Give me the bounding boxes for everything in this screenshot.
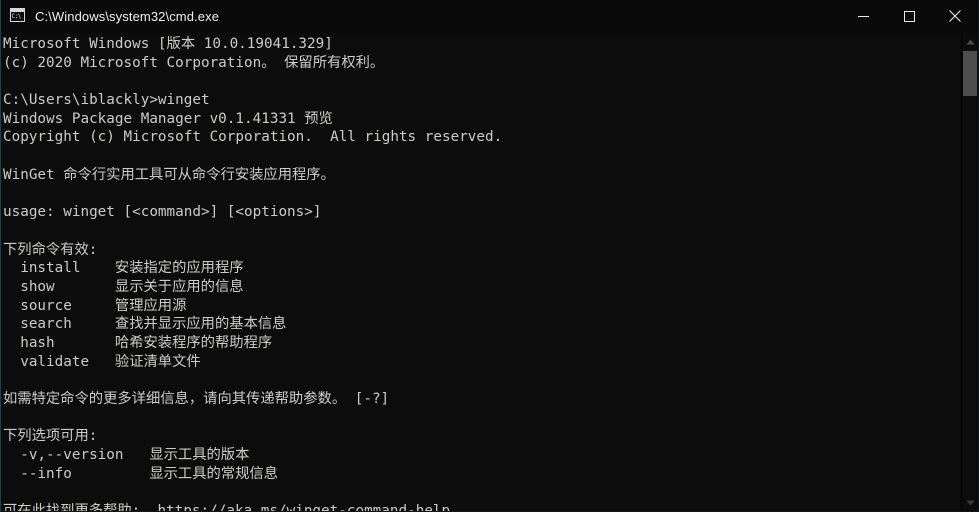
console-line: (c) 2020 Microsoft Corporation。 保留所有权利。 [3,54,385,71]
console-line: Windows Package Manager v0.1.41331 预览 [3,110,333,127]
cmd-icon-prompt-text: C:\ [11,13,22,20]
console-line: install 安装指定的应用程序 [3,260,244,277]
console-line: usage: winget [<command>] [<options>] [3,204,322,221]
close-icon [949,10,961,22]
scroll-down-arrow-icon [966,500,974,505]
close-button[interactable] [932,0,978,32]
console-line: -v,--version 显示工具的版本 [3,447,250,464]
console-line: search 查找并显示应用的基本信息 [3,316,287,333]
scroll-down-button[interactable] [962,494,978,511]
console-line: 可在此找到更多帮助: https://aka.ms/winget-command… [3,502,961,511]
console-output[interactable]: Microsoft Windows [版本 10.0.19041.329] (c… [1,33,961,511]
cmd-console-icon: C:\ [9,8,27,24]
maximize-icon [903,10,915,22]
console-line: --info 显示工具的常规信息 [3,465,278,482]
console-line: 下列命令有效: [3,241,98,258]
scrollbar-thumb[interactable] [963,51,977,96]
console-line: Copyright (c) Microsoft Corporation. All… [3,129,503,146]
console-line: Microsoft Windows [版本 10.0.19041.329] [3,36,333,52]
window-title: C:\Windows\system32\cmd.exe [35,8,220,24]
scrollbar-track[interactable] [963,50,978,494]
minimize-icon [857,15,869,17]
cmd-window: C:\ C:\Windows\system32\cmd.exe Microsof… [0,0,979,512]
console-line: WinGet 命令行实用工具可从命令行安装应用程序。 [3,166,335,183]
scroll-up-arrow-icon [966,39,974,44]
maximize-button[interactable] [886,0,932,32]
title-bar[interactable]: C:\ C:\Windows\system32\cmd.exe [1,0,978,33]
minimize-button[interactable] [840,0,886,32]
console-line: show 显示关于应用的信息 [3,278,244,295]
vertical-scrollbar[interactable] [961,33,978,511]
console-line: hash 哈希安装程序的帮助程序 [3,335,273,351]
console-area[interactable]: Microsoft Windows [版本 10.0.19041.329] (c… [1,33,978,511]
console-line: 下列选项可用: [3,428,98,445]
console-line: 如需特定命令的更多详细信息，请向其传递帮助参数。 [-?] [3,391,390,408]
console-line: C:\Users\iblackly>winget [3,92,210,109]
window-controls [840,0,978,32]
scroll-up-button[interactable] [962,33,978,50]
console-line: validate 验证清单文件 [3,353,201,370]
console-line: source 管理应用源 [3,297,187,314]
